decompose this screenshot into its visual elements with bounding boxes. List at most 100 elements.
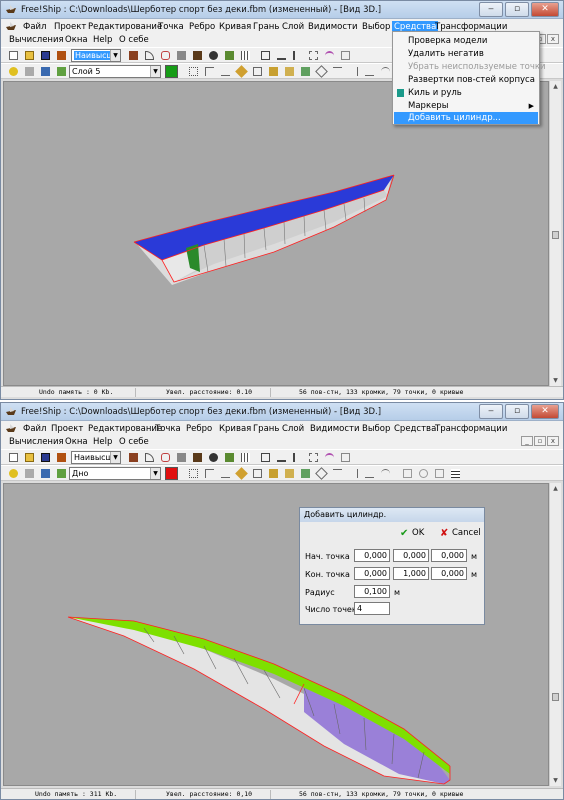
layers-icon[interactable] (23, 65, 35, 77)
save-button[interactable] (39, 451, 51, 463)
sparkle-icon[interactable] (7, 65, 19, 77)
menu-item-add-cylinder[interactable]: Добавить цилиндр... (394, 112, 538, 124)
render-button[interactable] (223, 451, 235, 463)
grid2-button[interactable] (239, 451, 251, 463)
markers-button[interactable] (339, 49, 351, 61)
grid-button[interactable] (127, 451, 139, 463)
layer-combo[interactable]: Дно ▼ (69, 467, 161, 480)
end-y-field[interactable]: 1,000 (393, 567, 429, 580)
layer-props-icon[interactable] (39, 467, 51, 479)
split-edge-icon[interactable] (331, 65, 343, 77)
crease-icon[interactable] (347, 65, 359, 77)
radius-field[interactable]: 0,100 (354, 585, 390, 598)
view-mode-combo[interactable]: Наивысш ▼ (71, 451, 121, 464)
mdi-minimize-button[interactable]: _ (521, 436, 533, 446)
menu-select[interactable]: Выбор (360, 21, 392, 33)
menu-item-markers[interactable]: Маркеры ▶ (394, 100, 538, 112)
close-button[interactable]: ✕ (531, 2, 559, 17)
menu-project[interactable]: Проект (49, 423, 85, 435)
layer-visibility-icon[interactable] (55, 65, 67, 77)
menu-edge[interactable]: Ребро (187, 21, 217, 33)
curve-icon[interactable] (379, 467, 391, 479)
table-icon[interactable] (449, 467, 461, 479)
save-button[interactable] (39, 49, 51, 61)
markers-button[interactable] (339, 451, 351, 463)
ok-button[interactable]: ✔ OK (400, 526, 424, 540)
menu-windows[interactable]: Окна (63, 436, 90, 448)
scroll-down-arrow[interactable]: ▼ (550, 375, 561, 386)
pen-tool-icon[interactable] (235, 65, 248, 78)
menu-layer[interactable]: Слой (280, 21, 306, 33)
split-edge-icon[interactable] (331, 467, 343, 479)
menu-help[interactable]: Help (91, 34, 114, 46)
open-file-button[interactable] (23, 451, 35, 463)
align-tool-icon[interactable] (219, 467, 231, 479)
menu-edit[interactable]: Редактирование (86, 21, 164, 33)
menu-face[interactable]: Грань (251, 21, 281, 33)
3d-viewport[interactable] (3, 81, 549, 386)
diamond-icon[interactable] (315, 65, 328, 78)
layer-visibility-icon[interactable] (55, 467, 67, 479)
curvature-button[interactable] (323, 451, 335, 463)
dialog-title[interactable]: Добавить цилиндр. (300, 508, 484, 522)
scroll-thumb[interactable] (552, 231, 559, 239)
diagonals-button[interactable] (307, 49, 319, 61)
connect-icon[interactable] (363, 467, 375, 479)
move-tool-icon[interactable] (203, 467, 215, 479)
rotate-icon[interactable] (417, 467, 429, 479)
vertical-scrollbar[interactable]: ▲ ▼ (549, 81, 561, 386)
menu-point[interactable]: Точка (153, 423, 183, 435)
crease-icon[interactable] (347, 467, 359, 479)
pen-tool-icon[interactable] (235, 467, 248, 480)
grid2-button[interactable] (239, 49, 251, 61)
render-button[interactable] (223, 49, 235, 61)
collapse-icon[interactable] (299, 467, 311, 479)
menu-face[interactable]: Грань (251, 423, 281, 435)
start-y-field[interactable]: 0,000 (393, 549, 429, 562)
menu-layer[interactable]: Слой (280, 423, 306, 435)
waterlines-button[interactable] (291, 451, 303, 463)
menu-item-develop-plates[interactable]: Развертки пов-стей корпуса (394, 74, 538, 86)
buttocks-button[interactable] (275, 451, 287, 463)
title-bar[interactable]: Free!Ship : C:\Downloads\Шерботер спорт … (1, 403, 563, 421)
lock-icon[interactable] (267, 467, 279, 479)
align-tool-icon[interactable] (219, 65, 231, 77)
shape-tool-button[interactable] (159, 49, 171, 61)
layer-color-swatch[interactable] (165, 65, 178, 78)
insert-point-icon[interactable] (251, 467, 263, 479)
layers-icon[interactable] (23, 467, 35, 479)
scale-icon[interactable] (433, 467, 445, 479)
stations-button[interactable] (259, 49, 271, 61)
mesh-button[interactable] (191, 49, 203, 61)
curve-tool-button[interactable] (143, 451, 155, 463)
mdi-close-button[interactable]: x (547, 34, 559, 44)
start-x-field[interactable]: 0,000 (354, 549, 390, 562)
mdi-ship-icon[interactable] (5, 424, 17, 434)
curve-tool-button[interactable] (143, 49, 155, 61)
point-tool-icon[interactable] (187, 467, 199, 479)
grid-button[interactable] (127, 49, 139, 61)
menu-item-remove-negative[interactable]: Удалить негатив (394, 48, 538, 60)
shade-button[interactable] (207, 49, 219, 61)
buttocks-button[interactable] (275, 49, 287, 61)
maximize-button[interactable]: ▫ (505, 2, 529, 17)
menu-about[interactable]: О себе (117, 34, 151, 46)
end-x-field[interactable]: 0,000 (354, 567, 390, 580)
scroll-up-arrow[interactable]: ▲ (550, 483, 561, 494)
menu-select[interactable]: Выбор (360, 423, 392, 435)
open-file-button[interactable] (23, 49, 35, 61)
menu-item-remove-unused-points[interactable]: Убрать неиспользуемые точки (394, 61, 546, 73)
points-count-field[interactable]: 4 (354, 602, 390, 615)
menu-project[interactable]: Проект (52, 21, 88, 33)
curvature-button[interactable] (323, 49, 335, 61)
control-net-button[interactable] (175, 451, 187, 463)
menu-help[interactable]: Help (91, 436, 114, 448)
vertical-scrollbar[interactable]: ▲ ▼ (549, 483, 561, 786)
menu-tools[interactable]: Средства (392, 423, 438, 435)
maximize-button[interactable]: ▫ (505, 404, 529, 419)
waterlines-button[interactable] (291, 49, 303, 61)
menu-file[interactable]: Файл (21, 423, 48, 435)
cancel-button[interactable]: ✘ Cancel (440, 526, 481, 540)
collapse-icon[interactable] (299, 65, 311, 77)
title-bar[interactable]: Free!Ship : C:\Downloads\Шерботер спорт … (1, 1, 563, 19)
